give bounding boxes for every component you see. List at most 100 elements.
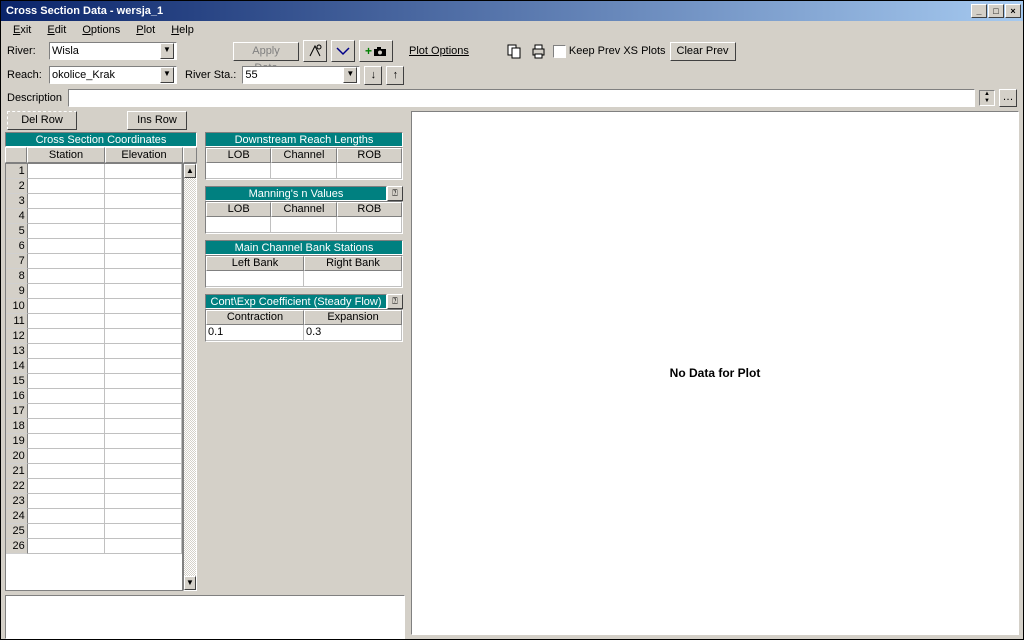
table-row[interactable]: 10 xyxy=(6,299,182,314)
elevation-cell[interactable] xyxy=(105,164,182,179)
station-cell[interactable] xyxy=(28,524,105,539)
table-row[interactable]: 3 xyxy=(6,194,182,209)
mannings-help-button[interactable]: ⍰ xyxy=(387,186,403,201)
station-cell[interactable] xyxy=(28,464,105,479)
apply-data-button[interactable]: Apply Data xyxy=(233,42,299,61)
table-row[interactable]: 18 xyxy=(6,419,182,434)
keep-prev-checkbox[interactable]: Keep Prev XS Plots xyxy=(553,45,666,58)
reach-combo[interactable]: ▼ xyxy=(49,66,177,84)
station-cell[interactable] xyxy=(28,239,105,254)
elevation-cell[interactable] xyxy=(105,524,182,539)
station-cell[interactable] xyxy=(28,164,105,179)
station-cell[interactable] xyxy=(28,209,105,224)
table-row[interactable]: 9 xyxy=(6,284,182,299)
elevation-cell[interactable] xyxy=(105,479,182,494)
grid-col-station[interactable]: Station xyxy=(27,147,105,163)
station-cell[interactable] xyxy=(28,389,105,404)
elevation-cell[interactable] xyxy=(105,539,182,554)
station-cell[interactable] xyxy=(28,314,105,329)
table-row[interactable]: 20 xyxy=(6,449,182,464)
elevation-cell[interactable] xyxy=(105,224,182,239)
station-cell[interactable] xyxy=(28,374,105,389)
riversta-dropdown-icon[interactable]: ▼ xyxy=(343,67,357,83)
station-cell[interactable] xyxy=(28,479,105,494)
station-cell[interactable] xyxy=(28,434,105,449)
table-row[interactable]: 23 xyxy=(6,494,182,509)
table-row[interactable]: 22 xyxy=(6,479,182,494)
station-cell[interactable] xyxy=(28,269,105,284)
table-row[interactable]: 14 xyxy=(6,359,182,374)
reach-input[interactable] xyxy=(50,67,160,83)
table-row[interactable]: 2 xyxy=(6,179,182,194)
description-input[interactable] xyxy=(68,89,975,107)
station-cell[interactable] xyxy=(28,329,105,344)
menu-plot[interactable]: Plot xyxy=(128,24,163,36)
table-row[interactable]: 17 xyxy=(6,404,182,419)
plot-options-link[interactable]: Plot Options xyxy=(409,45,469,57)
elevation-cell[interactable] xyxy=(105,209,182,224)
contexp-help-button[interactable]: ⍰ xyxy=(387,294,403,309)
station-cell[interactable] xyxy=(28,509,105,524)
grid-scrollbar[interactable]: ▲ ▼ xyxy=(183,163,197,591)
table-row[interactable]: 1 xyxy=(6,164,182,179)
menu-exit[interactable]: Exit xyxy=(5,24,39,36)
print-icon[interactable] xyxy=(529,41,549,61)
station-cell[interactable] xyxy=(28,344,105,359)
station-cell[interactable] xyxy=(28,449,105,464)
elevation-cell[interactable] xyxy=(105,269,182,284)
river-combo[interactable]: ▼ xyxy=(49,42,177,60)
table-row[interactable]: 4 xyxy=(6,209,182,224)
river-dropdown-icon[interactable]: ▼ xyxy=(160,43,174,59)
elevation-cell[interactable] xyxy=(105,434,182,449)
grid-body[interactable]: 1234567891011121314151617181920212223242… xyxy=(5,163,183,591)
table-row[interactable]: 19 xyxy=(6,434,182,449)
elevation-cell[interactable] xyxy=(105,494,182,509)
station-cell[interactable] xyxy=(28,284,105,299)
riversta-up-button[interactable]: ↑ xyxy=(386,66,404,85)
elevation-cell[interactable] xyxy=(105,314,182,329)
table-row[interactable]: 24 xyxy=(6,509,182,524)
maximize-button[interactable]: □ xyxy=(988,4,1004,18)
station-cell[interactable] xyxy=(28,494,105,509)
elevation-cell[interactable] xyxy=(105,404,182,419)
station-cell[interactable] xyxy=(28,539,105,554)
table-row[interactable]: 12 xyxy=(6,329,182,344)
contexp-expansion-cell[interactable]: 0.3 xyxy=(304,325,402,341)
elevation-cell[interactable] xyxy=(105,464,182,479)
downstream-rob-cell[interactable] xyxy=(337,163,402,179)
elevation-cell[interactable] xyxy=(105,239,182,254)
mannings-rob-cell[interactable] xyxy=(337,217,402,233)
station-cell[interactable] xyxy=(28,254,105,269)
elevation-cell[interactable] xyxy=(105,359,182,374)
reach-dropdown-icon[interactable]: ▼ xyxy=(160,67,174,83)
station-cell[interactable] xyxy=(28,404,105,419)
ins-row-button[interactable]: Ins Row xyxy=(127,111,187,130)
station-cell[interactable] xyxy=(28,359,105,374)
table-row[interactable]: 6 xyxy=(6,239,182,254)
elevation-cell[interactable] xyxy=(105,329,182,344)
banks-left-cell[interactable] xyxy=(206,271,304,287)
mannings-channel-cell[interactable] xyxy=(271,217,336,233)
menu-options[interactable]: Options xyxy=(74,24,128,36)
elevation-cell[interactable] xyxy=(105,374,182,389)
banks-right-cell[interactable] xyxy=(304,271,402,287)
tool-icon-camera[interactable]: + xyxy=(359,40,393,62)
elevation-cell[interactable] xyxy=(105,389,182,404)
riversta-input[interactable] xyxy=(243,67,343,83)
station-cell[interactable] xyxy=(28,224,105,239)
elevation-cell[interactable] xyxy=(105,179,182,194)
tool-icon-1[interactable] xyxy=(303,40,327,62)
mannings-lob-cell[interactable] xyxy=(206,217,271,233)
downstream-lob-cell[interactable] xyxy=(206,163,271,179)
riversta-combo[interactable]: ▼ xyxy=(242,66,360,84)
contexp-contraction-cell[interactable]: 0.1 xyxy=(206,325,304,341)
table-row[interactable]: 13 xyxy=(6,344,182,359)
elevation-cell[interactable] xyxy=(105,419,182,434)
close-button[interactable]: × xyxy=(1005,4,1021,18)
clear-prev-button[interactable]: Clear Prev xyxy=(670,42,736,61)
elevation-cell[interactable] xyxy=(105,344,182,359)
table-row[interactable]: 26 xyxy=(6,539,182,554)
table-row[interactable]: 8 xyxy=(6,269,182,284)
scroll-down-icon[interactable]: ▼ xyxy=(184,576,196,590)
description-spinner[interactable]: ▲▼ xyxy=(979,90,995,106)
